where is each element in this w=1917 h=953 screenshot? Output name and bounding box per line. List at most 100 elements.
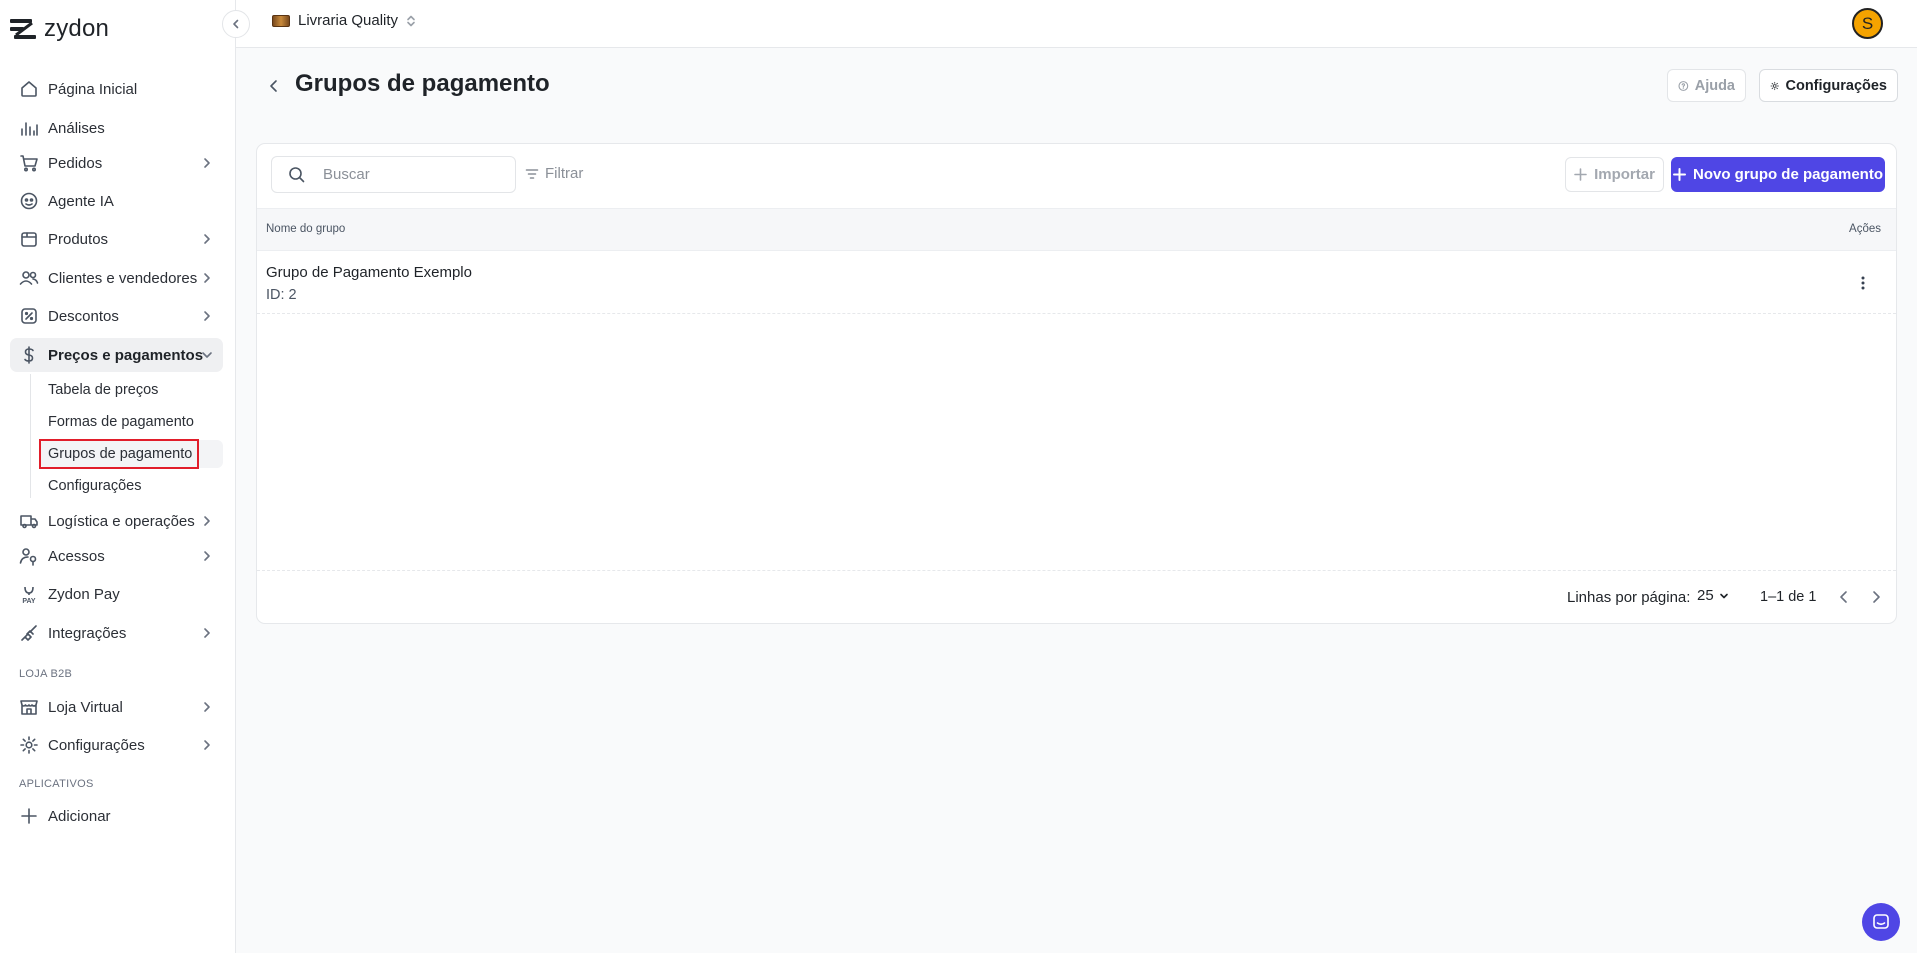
table-row[interactable]: Grupo de Pagamento Exemplo ID: 2	[257, 252, 1896, 314]
sidebar-item-clientes[interactable]: Clientes e vendedores	[10, 261, 223, 295]
search-input[interactable]	[323, 166, 483, 183]
chat-launcher-button[interactable]	[1862, 903, 1900, 941]
sidebar-item-zydon-pay[interactable]: PAY Zydon Pay	[10, 577, 223, 611]
column-header-actions: Ações	[1849, 223, 1881, 235]
truck-icon	[20, 515, 38, 529]
chevron-right-icon	[204, 628, 210, 638]
sidebar-item-analises[interactable]: Análises	[10, 111, 223, 145]
subitem-label: Tabela de preços	[48, 382, 159, 398]
subitem-label: Grupos de pagamento	[48, 446, 193, 462]
pagination-range: 1–1 de 1	[1760, 589, 1817, 605]
filter-icon	[525, 168, 539, 179]
dollar-icon	[24, 346, 34, 364]
next-page-button[interactable]	[1866, 587, 1886, 607]
sidebar-item-acessos[interactable]: Acessos	[10, 539, 223, 573]
sidebar-item-label: Agente IA	[48, 192, 114, 210]
filter-label: Filtrar	[545, 165, 584, 182]
help-circle-icon	[1678, 80, 1689, 91]
sidebar-item-label: Adicionar	[48, 807, 111, 825]
more-vertical-icon[interactable]	[1854, 274, 1872, 292]
rows-per-page-value: 25	[1697, 587, 1714, 604]
group-id: ID: 2	[266, 287, 297, 303]
store-switcher[interactable]: Livraria Quality	[272, 12, 416, 29]
sidebar-item-pedidos[interactable]: Pedidos	[10, 146, 223, 180]
sidebar-item-label: Acessos	[48, 547, 105, 565]
subitem-tabela-precos[interactable]: Tabela de preços	[40, 376, 223, 404]
bot-icon	[20, 192, 38, 210]
subitem-formas-pagamento[interactable]: Formas de pagamento	[40, 408, 223, 436]
sidebar-item-label: Preços e pagamentos	[48, 346, 204, 364]
new-payment-group-button[interactable]: Novo grupo de pagamento	[1671, 157, 1885, 192]
chevron-left-icon	[1840, 591, 1847, 603]
zydon-logo-icon	[10, 19, 36, 39]
previous-page-button[interactable]	[1834, 587, 1854, 607]
sidebar: zydon Página Inicial Análises Pedidos Ag…	[0, 0, 236, 953]
logo[interactable]: zydon	[10, 14, 109, 44]
sidebar-item-label: Zydon Pay	[48, 585, 120, 603]
import-label: Importar	[1594, 166, 1655, 183]
box-icon	[21, 232, 37, 247]
user-key-icon	[19, 548, 37, 566]
chevron-right-icon	[204, 551, 210, 561]
column-header-name[interactable]: Nome do grupo	[266, 223, 345, 235]
subitem-configuracoes[interactable]: Configurações	[40, 472, 223, 500]
sidebar-item-adicionar[interactable]: Adicionar	[10, 799, 223, 833]
gear-icon	[1770, 81, 1779, 90]
svg-text:PAY: PAY	[22, 598, 36, 604]
chevron-right-icon	[204, 740, 210, 750]
import-button[interactable]: Importar	[1565, 157, 1664, 192]
table-footer-divider	[257, 570, 1896, 571]
plus-icon	[1672, 168, 1686, 181]
chevron-right-icon	[204, 273, 210, 283]
chevron-right-icon	[204, 702, 210, 712]
home-icon	[21, 81, 37, 97]
subitem-label: Formas de pagamento	[48, 414, 194, 430]
sidebar-item-label: Análises	[48, 119, 105, 137]
store-icon	[20, 700, 38, 715]
subitem-label: Configurações	[48, 478, 142, 494]
sidebar-item-integracoes[interactable]: Integrações	[10, 616, 223, 650]
bar-chart-icon	[21, 122, 38, 136]
chevron-down-icon	[202, 352, 212, 358]
avatar[interactable]: S	[1852, 8, 1883, 39]
chevron-left-icon	[270, 80, 277, 92]
payment-groups-card: Filtrar Importar Novo grupo de pagamento…	[256, 143, 1897, 624]
sidebar-item-descontos[interactable]: Descontos	[10, 299, 223, 333]
sidebar-item-loja-virtual[interactable]: Loja Virtual	[10, 690, 223, 724]
collapse-sidebar-button[interactable]	[222, 10, 250, 38]
sidebar-item-configuracoes[interactable]: Configurações	[10, 728, 223, 762]
new-payment-group-label: Novo grupo de pagamento	[1692, 166, 1883, 183]
filter-button[interactable]: Filtrar	[525, 165, 583, 182]
chevron-right-icon	[204, 234, 210, 244]
logo-text: zydon	[44, 15, 110, 42]
pay-icon: PAY	[22, 586, 36, 604]
chevron-updown-icon	[407, 15, 415, 26]
sidebar-item-logistica[interactable]: Logística e operações	[10, 504, 223, 538]
store-name: Livraria Quality	[298, 12, 399, 29]
sidebar-item-label: Integrações	[48, 624, 127, 642]
group-name[interactable]: Grupo de Pagamento Exemplo	[266, 264, 472, 281]
sidebar-item-label: Página Inicial	[48, 80, 138, 98]
sidebar-item-home[interactable]: Página Inicial	[10, 72, 223, 106]
subitem-grupos-pagamento[interactable]: Grupos de pagamento	[40, 440, 223, 468]
search-icon	[289, 167, 305, 183]
help-label: Ajuda	[1694, 77, 1735, 94]
chat-icon	[1873, 914, 1889, 929]
sidebar-item-agente-ia[interactable]: Agente IA	[10, 184, 223, 218]
sidebar-item-label: Configurações	[48, 736, 145, 754]
settings-button[interactable]: Configurações	[1759, 69, 1898, 102]
chevron-down-icon	[1719, 593, 1728, 598]
store-logo	[272, 14, 290, 27]
sidebar-item-produtos[interactable]: Produtos	[10, 222, 223, 256]
sidebar-item-label: Descontos	[48, 307, 119, 325]
back-button[interactable]	[264, 76, 284, 96]
topbar: Livraria Quality S	[236, 0, 1917, 48]
help-button[interactable]: Ajuda	[1667, 69, 1746, 102]
plug-icon	[21, 625, 37, 641]
rows-per-page-select[interactable]: 25	[1697, 587, 1729, 604]
sidebar-item-precos-pagamentos[interactable]: Preços e pagamentos	[10, 338, 223, 372]
rows-per-page-label: Linhas por página:	[1567, 589, 1691, 606]
chevron-right-icon	[1873, 591, 1880, 603]
search-field[interactable]	[271, 156, 516, 193]
plus-icon	[1574, 168, 1587, 181]
